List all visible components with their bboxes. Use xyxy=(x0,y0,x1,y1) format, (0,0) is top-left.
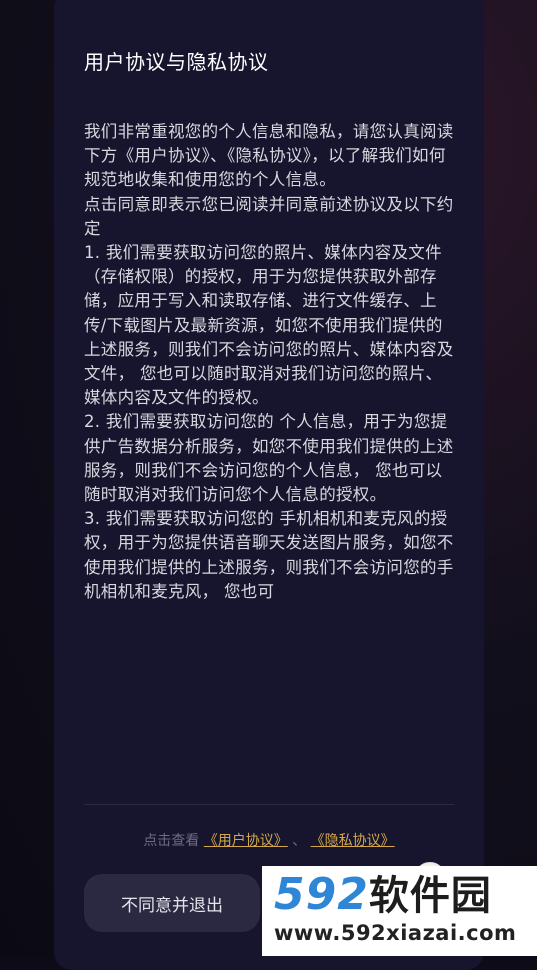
paragraph-storage: 1. 我们需要获取访问您的照片、媒体内容及文件（存储权限）的授权，用于为您提供获… xyxy=(84,243,454,408)
links-prefix: 点击查看 xyxy=(143,833,200,849)
dialog-title: 用户协议与隐私协议 xyxy=(84,50,269,74)
paragraph-consent: 点击同意即表示您已阅读并同意前述协议及以下约定 xyxy=(84,194,454,238)
agreement-text[interactable]: 我们非常重视您的个人信息和隐私，请您认真阅读下方《用户协议》、《隐私协议》，以了… xyxy=(84,120,454,755)
watermark-url: www.592xiazai.com xyxy=(274,921,517,945)
watermark-logo: 592软件园 xyxy=(274,869,529,920)
privacy-agreement-link[interactable]: 《隐私协议》 xyxy=(311,833,395,849)
agreement-dialog: 用户协议与隐私协议 我们非常重视您的个人信息和隐私，请您认真阅读下方《用户协议》… xyxy=(54,0,484,970)
links-separator: 、 xyxy=(292,833,307,849)
user-agreement-link[interactable]: 《用户协议》 xyxy=(204,833,288,849)
divider xyxy=(84,804,454,805)
disagree-exit-button[interactable]: 不同意并退出 xyxy=(84,874,260,932)
paragraph-camera: 3. 我们需要获取访问您的 手机相机和麦克风的授权，用于为您提供语音聊天发送图片… xyxy=(84,509,454,601)
agreement-links: 点击查看 《用户协议》 、 《隐私协议》 xyxy=(54,830,484,850)
paragraph-intro: 我们非常重视您的个人信息和隐私，请您认真阅读下方《用户协议》、《隐私协议》，以了… xyxy=(84,122,454,190)
watermark-logo-text: 软件园 xyxy=(368,873,492,919)
watermark: 592软件园 www.592xiazai.com xyxy=(262,866,537,956)
watermark-logo-number: 592 xyxy=(274,869,369,920)
paragraph-personal-info: 2. 我们需要获取访问您的 个人信息，用于为您提供广告数据分析服务，如您不使用我… xyxy=(84,412,454,505)
